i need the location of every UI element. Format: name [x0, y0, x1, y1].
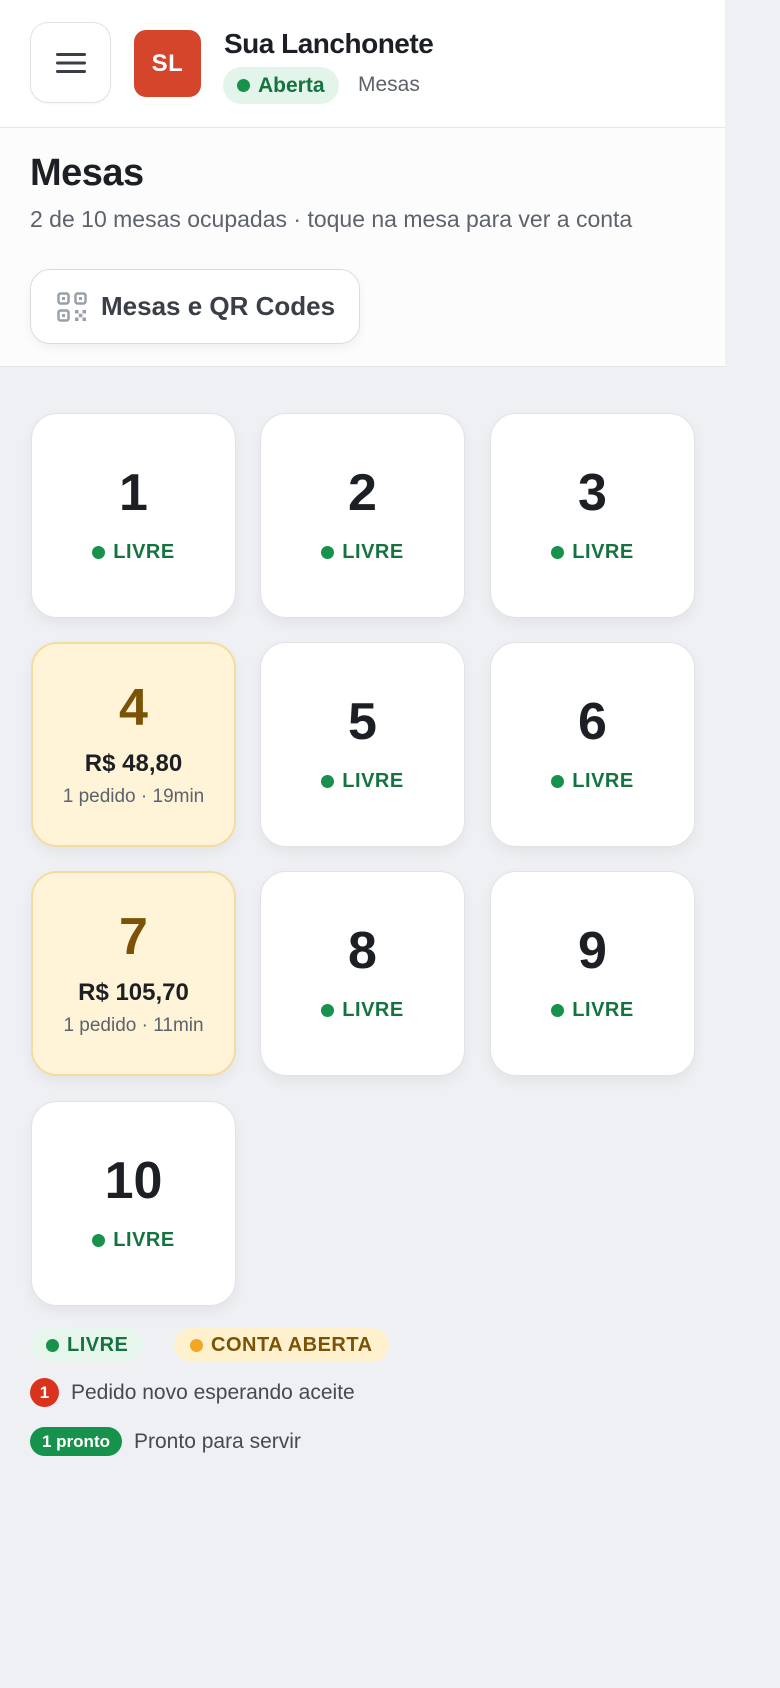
legend-free-label: LIVRE — [67, 1333, 129, 1356]
table-status: LIVRE — [551, 999, 633, 1022]
table-status: LIVRE — [321, 770, 403, 793]
menu-button[interactable] — [30, 22, 111, 103]
qr-code-icon — [57, 291, 87, 322]
tables-qr-codes-label: Mesas e QR Codes — [101, 291, 336, 321]
table-status: LIVRE — [321, 999, 403, 1022]
status-dot-icon — [237, 79, 250, 92]
page-subtitle: 2 de 10 mesas ocupadas · toque na mesa p… — [30, 206, 633, 232]
legend-ready: 1 pronto Pronto para servir — [30, 1427, 301, 1456]
open-bill-dot-icon — [190, 1338, 203, 1352]
page-header: Mesas 2 de 10 mesas ocupadas · toque na … — [0, 128, 725, 367]
free-status-dot-icon — [321, 1004, 335, 1017]
tables-qr-codes-button[interactable]: Mesas e QR Codes — [30, 269, 360, 344]
table-card-1[interactable]: 1 LIVRE — [31, 413, 236, 618]
free-status-dot-icon — [551, 775, 565, 788]
store-status-badge: Aberta — [223, 67, 339, 104]
free-status-dot-icon — [551, 1004, 565, 1017]
legend-free: LIVRE — [30, 1328, 145, 1362]
table-status: LIVRE — [321, 541, 403, 564]
table-card-9[interactable]: 9 LIVRE — [490, 871, 695, 1076]
table-number: 5 — [348, 693, 377, 751]
table-number: 10 — [104, 1152, 163, 1210]
table-status: LIVRE — [551, 770, 633, 793]
table-status-label: LIVRE — [572, 999, 634, 1021]
free-dot-icon — [46, 1338, 59, 1352]
table-number: 3 — [578, 464, 607, 522]
page-title: Mesas — [30, 152, 144, 194]
legend-new-order: 1 Pedido novo esperando aceite — [30, 1378, 355, 1407]
table-order-meta: 1 pedido · 19min — [62, 785, 205, 807]
free-status-dot-icon — [321, 775, 335, 788]
hamburger-menu-icon — [55, 52, 86, 73]
legend-ready-text: Pronto para servir — [134, 1429, 301, 1453]
table-number: 2 — [348, 464, 377, 522]
store-status-label: Aberta — [258, 73, 325, 97]
table-status-label: LIVRE — [342, 770, 404, 792]
table-card-6[interactable]: 6 LIVRE — [490, 642, 695, 847]
table-number: 1 — [119, 464, 148, 522]
table-card-7[interactable]: 7 R$ 105,70 1 pedido · 11min — [31, 871, 236, 1076]
table-status-label: LIVRE — [113, 541, 175, 563]
table-card-3[interactable]: 3 LIVRE — [490, 413, 695, 618]
free-status-dot-icon — [551, 546, 565, 559]
table-number: 8 — [348, 922, 377, 980]
table-status-label: LIVRE — [572, 770, 634, 792]
table-card-2[interactable]: 2 LIVRE — [260, 413, 465, 618]
breadcrumb: Mesas — [358, 73, 420, 96]
ready-badge: 1 pronto — [30, 1427, 122, 1456]
table-status: LIVRE — [92, 1229, 174, 1252]
legend-open-bill: CONTA ABERTA — [174, 1328, 389, 1362]
table-bill-amount: R$ 105,70 — [78, 978, 189, 1006]
store-name: Sua Lanchonete — [224, 28, 434, 59]
table-number: 6 — [578, 693, 607, 751]
table-order-meta: 1 pedido · 11min — [63, 1014, 204, 1036]
table-status-label: LIVRE — [113, 1229, 175, 1251]
table-card-4[interactable]: 4 R$ 48,80 1 pedido · 19min — [31, 642, 236, 847]
table-card-8[interactable]: 8 LIVRE — [260, 871, 465, 1076]
table-status-label: LIVRE — [342, 541, 404, 563]
free-status-dot-icon — [92, 546, 106, 559]
table-bill-amount: R$ 48,80 — [84, 749, 183, 777]
table-status-label: LIVRE — [572, 541, 634, 563]
table-number: 7 — [119, 907, 148, 966]
table-status: LIVRE — [92, 541, 174, 564]
free-status-dot-icon — [321, 546, 335, 559]
table-card-10[interactable]: 10 LIVRE — [31, 1101, 236, 1306]
table-number: 9 — [578, 922, 607, 980]
store-avatar[interactable]: SL — [134, 30, 201, 97]
legend-open-label: CONTA ABERTA — [211, 1333, 373, 1356]
table-status-label: LIVRE — [342, 999, 404, 1021]
app-header: SL Sua Lanchonete Aberta Mesas — [0, 0, 725, 128]
free-status-dot-icon — [92, 1234, 106, 1247]
new-order-badge: 1 — [30, 1378, 59, 1407]
legend-new-order-text: Pedido novo esperando aceite — [71, 1380, 355, 1404]
table-card-5[interactable]: 5 LIVRE — [260, 642, 465, 847]
table-status: LIVRE — [551, 541, 633, 564]
table-number: 4 — [119, 678, 148, 737]
